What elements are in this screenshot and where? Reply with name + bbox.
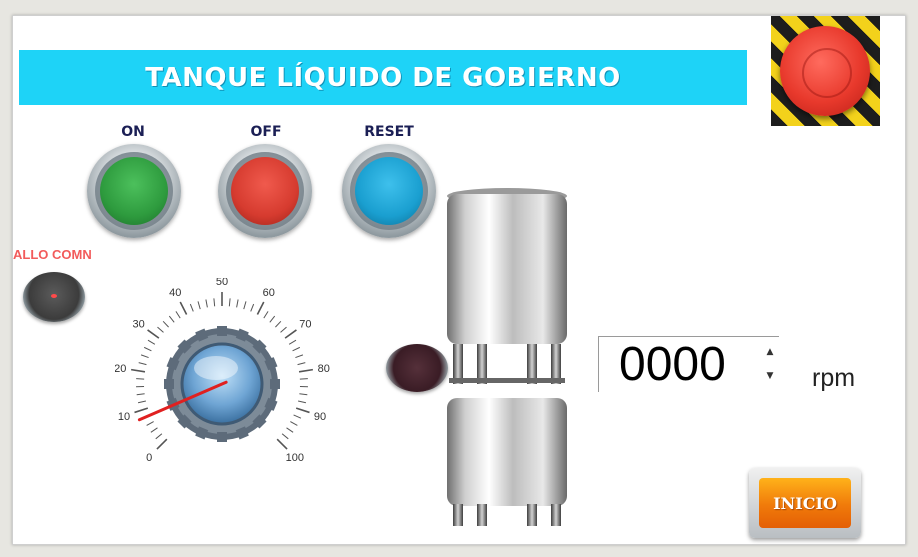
dial-tick — [140, 354, 149, 359]
dial-tick — [175, 311, 181, 319]
dial-tick — [134, 407, 149, 414]
dial-tick — [137, 400, 146, 404]
dial-tick-label: 90 — [314, 411, 326, 423]
dial-tick-label: 20 — [115, 363, 126, 375]
reset-label: RESET — [364, 124, 414, 140]
dial-tick — [205, 299, 208, 308]
dial-tick — [146, 421, 154, 426]
dial-tick — [281, 433, 289, 440]
off-label: OFF — [250, 124, 282, 140]
dial-tick — [136, 378, 145, 380]
dial-tick — [288, 339, 297, 345]
emergency-stop-icon — [780, 26, 870, 116]
rpm-value[interactable]: 0000 — [619, 337, 726, 392]
page-title: TANQUE LÍQUIDO DE GOBIERNO — [145, 62, 621, 93]
dial-tick — [162, 320, 169, 328]
dial-tick-label: 70 — [299, 318, 311, 330]
dial-tick — [293, 414, 302, 419]
title-bar: TANQUE LÍQUIDO DE GOBIERNO — [19, 50, 747, 105]
dial-tick — [179, 301, 188, 315]
dial-tick — [276, 438, 288, 450]
dial-tick — [297, 362, 306, 366]
motor-indicator-lamp — [386, 344, 448, 392]
dial-tick — [197, 301, 201, 310]
emergency-stop-button[interactable] — [771, 16, 880, 126]
lower-tank — [447, 398, 567, 526]
dial-tick — [292, 346, 301, 352]
fault-indicator-lamp — [23, 272, 85, 322]
dial-tick-label: 50 — [216, 278, 228, 288]
dial-tick — [263, 311, 269, 319]
dial-tick — [290, 421, 298, 426]
dial-tick-label: 0 — [146, 452, 152, 464]
dial-tick — [275, 320, 282, 328]
rpm-numeric-input[interactable]: 0000 ▲ ▼ — [598, 336, 779, 392]
on-button[interactable] — [87, 144, 181, 238]
dial-tick — [213, 298, 216, 307]
dial-tick — [298, 368, 313, 373]
dial-tick — [284, 329, 297, 339]
dial-tick — [299, 378, 308, 380]
dial-tick — [143, 346, 152, 352]
upper-tank — [447, 188, 567, 384]
dial-tick — [150, 427, 158, 433]
start-button-label: INICIO — [773, 493, 837, 513]
dial-tick-label: 100 — [286, 452, 304, 464]
dial-tick — [131, 368, 146, 373]
dial-tick-label: 40 — [169, 287, 181, 299]
dial-tick — [168, 315, 175, 323]
dial-tick — [156, 438, 168, 450]
start-button[interactable]: INICIO — [749, 468, 861, 538]
spin-down-icon[interactable]: ▼ — [763, 365, 777, 387]
dial-tick — [138, 362, 147, 366]
dial-tick — [155, 433, 163, 440]
dial-tick-label: 10 — [118, 411, 130, 423]
dial-tick — [299, 393, 308, 396]
dial-tick-label: 60 — [263, 287, 275, 299]
dial-tick — [228, 298, 231, 307]
dial-tick — [136, 393, 145, 396]
dial-tick — [157, 326, 164, 333]
dial-tick — [243, 301, 247, 310]
off-button[interactable] — [218, 144, 312, 238]
dial-tick — [295, 407, 310, 414]
dial-tick-label: 30 — [133, 318, 145, 330]
fault-label: ALLO COMN — [13, 247, 92, 262]
on-label: ON — [121, 124, 145, 140]
spin-up-icon[interactable]: ▲ — [763, 341, 777, 363]
dial-tick — [236, 299, 239, 308]
dial-tick — [298, 400, 307, 404]
dial-tick — [269, 315, 276, 323]
speed-dial[interactable]: 0 10 20 30 40 50 60 70 80 90 100 — [115, 278, 335, 498]
rpm-unit-label: rpm — [812, 364, 856, 392]
control-panel: TANQUE LÍQUIDO DE GOBIERNO ON OFF RESET … — [12, 15, 906, 545]
tank-stack — [447, 188, 567, 526]
dial-tick — [295, 354, 304, 359]
dial-tick — [189, 303, 194, 312]
dial-tick — [256, 301, 265, 315]
dial-tick — [280, 326, 287, 333]
dial-tick — [147, 329, 160, 339]
dial-tick — [147, 339, 156, 345]
dial-tick — [286, 427, 294, 433]
reset-button[interactable] — [342, 144, 436, 238]
dial-tick — [250, 303, 255, 312]
dial-tick-label: 80 — [318, 363, 330, 375]
